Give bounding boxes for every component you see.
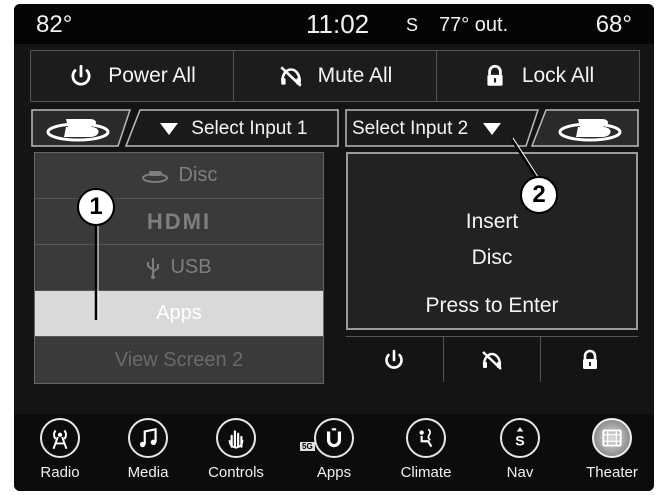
nav-climate[interactable]: Climate bbox=[388, 418, 464, 481]
mute-icon bbox=[279, 66, 302, 87]
source-apps-label: Apps bbox=[156, 302, 202, 324]
mute-all-label: Mute All bbox=[317, 64, 393, 87]
nav-controls[interactable]: Controls bbox=[198, 418, 274, 481]
bluray-logo-icon bbox=[46, 119, 110, 142]
source-usb-label: USB bbox=[170, 256, 212, 278]
theater-icon bbox=[592, 418, 632, 458]
passenger-temp[interactable]: 68° bbox=[596, 11, 632, 39]
controls-icon bbox=[216, 418, 256, 458]
screen-2-lock-button[interactable] bbox=[541, 337, 638, 382]
nav-climate-label: Climate bbox=[400, 464, 452, 481]
screen-2-mute-button[interactable] bbox=[444, 337, 542, 382]
nav-theater[interactable]: Theater bbox=[574, 418, 650, 481]
disc-icon bbox=[141, 170, 168, 183]
select-input-2-tab[interactable]: Select Input 2 bbox=[344, 108, 640, 148]
source-disc-label: Disc bbox=[178, 164, 218, 186]
select-input-1-tab[interactable]: Select Input 1 bbox=[30, 108, 340, 148]
disc-text: Disc bbox=[471, 246, 513, 269]
apps-icon bbox=[314, 418, 354, 458]
mute-all-button[interactable]: Mute All bbox=[234, 51, 437, 101]
lock-icon bbox=[582, 349, 597, 369]
nav-apps-label: Apps bbox=[316, 464, 352, 481]
view-screen-2-label: View Screen 2 bbox=[114, 348, 244, 371]
media-icon bbox=[128, 418, 168, 458]
select-input-2-control: Select Input 2 bbox=[352, 118, 502, 140]
nav-controls-label: Controls bbox=[208, 464, 264, 481]
source-apps[interactable]: Apps bbox=[35, 291, 323, 337]
callout-1: 1 bbox=[77, 188, 115, 226]
nav-radio[interactable]: Radio bbox=[22, 418, 98, 481]
source-usb[interactable]: USB bbox=[35, 245, 323, 291]
compass-heading: S bbox=[406, 15, 419, 35]
lock-all-button[interactable]: Lock All bbox=[437, 51, 639, 101]
nav-media-label: Media bbox=[127, 464, 169, 481]
climate-icon bbox=[406, 418, 446, 458]
select-input-1-label: Select Input 1 bbox=[191, 118, 308, 139]
usb-icon bbox=[147, 257, 160, 279]
dropdown-triangle-icon bbox=[483, 122, 502, 135]
nav-theater-label: Theater bbox=[586, 464, 638, 481]
global-controls-bar: Power All Mute All Lock All bbox=[30, 50, 640, 102]
5g-badge: 5G bbox=[300, 442, 315, 451]
bluray-logo-icon bbox=[558, 119, 622, 142]
nav-nav-label: Nav bbox=[506, 464, 534, 481]
nav-radio-label: Radio bbox=[40, 464, 80, 481]
source-disc[interactable]: Disc bbox=[35, 153, 323, 199]
status-bar: 82° 11:02 S 77° out. 68° bbox=[14, 4, 654, 44]
lock-icon bbox=[487, 64, 503, 86]
mute-icon bbox=[482, 350, 502, 370]
select-input-2-label: Select Input 2 bbox=[352, 118, 469, 139]
source-hdmi-label: HDMI bbox=[146, 208, 212, 234]
radio-icon bbox=[40, 418, 80, 458]
insert-text: Insert bbox=[465, 210, 519, 233]
nav-media[interactable]: Media bbox=[110, 418, 186, 481]
power-all-label: Power All bbox=[108, 64, 196, 87]
outside-temp: 77° out. bbox=[439, 14, 509, 36]
view-screen-2-button[interactable]: View Screen 2 bbox=[35, 337, 323, 383]
svg-text:S: S bbox=[515, 433, 524, 449]
nav-apps[interactable]: 5G Apps bbox=[296, 418, 372, 481]
power-icon bbox=[71, 64, 91, 86]
screen-2-controls bbox=[346, 336, 638, 382]
lock-all-label: Lock All bbox=[521, 64, 595, 87]
driver-temp[interactable]: 82° bbox=[36, 11, 72, 39]
dropdown-triangle-icon bbox=[160, 122, 178, 135]
bottom-nav-bar: Radio Media Controls 5G Apps Climate S N… bbox=[14, 414, 654, 491]
power-icon bbox=[385, 349, 404, 369]
screen-2-display[interactable]: Insert Disc Press to Enter bbox=[346, 152, 638, 330]
source-list: Disc HDMI USB Apps View Screen 2 bbox=[34, 152, 324, 384]
screen-2-power-button[interactable] bbox=[346, 337, 444, 382]
select-input-1-control: Select Input 1 bbox=[160, 118, 307, 140]
nav-icon: S bbox=[500, 418, 540, 458]
clock: 11:02 bbox=[306, 9, 370, 39]
callout-2: 2 bbox=[520, 176, 558, 214]
power-all-button[interactable]: Power All bbox=[31, 51, 234, 101]
press-to-enter-text: Press to Enter bbox=[425, 294, 559, 317]
nav-nav[interactable]: S Nav bbox=[482, 418, 558, 481]
uconnect-screen: 82° 11:02 S 77° out. 68° Power All Mute … bbox=[14, 4, 654, 491]
